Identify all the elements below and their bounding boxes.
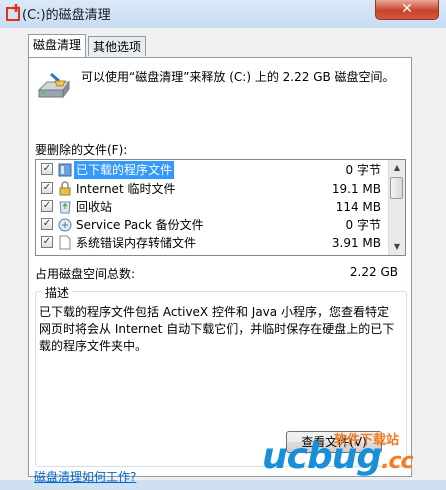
description-group: 描述 已下载的程序文件包括 ActiveX 控件和 Java 小程序，您查看特定… <box>35 284 407 467</box>
file-name: Internet 临时文件 <box>76 182 176 196</box>
how-it-works-link[interactable]: 磁盘清理如何工作? <box>34 468 136 485</box>
file-name: 已下载的程序文件 <box>74 161 175 179</box>
checkbox[interactable]: ✓ <box>41 218 53 230</box>
file-size: 3.91 MB <box>331 236 381 250</box>
list-scrollbar[interactable]: ▲ ▼ <box>388 160 405 255</box>
files-list[interactable]: ✓ 已下载的程序文件 0 字节 ✓ Internet 临时文件 19.1 MB … <box>35 159 406 256</box>
tab-panel: 可以使用“磁盘清理”来释放 (C:) 上的 2.22 GB 磁盘空间。 要删除的… <box>28 57 412 484</box>
list-item[interactable]: ✓ 已下载的程序文件 0 字节 <box>37 161 389 179</box>
scroll-down-icon[interactable]: ▼ <box>389 239 405 255</box>
package-icon <box>58 217 72 232</box>
checkbox[interactable]: ✓ <box>41 182 53 194</box>
file-size: 0 字节 <box>345 163 381 177</box>
checkbox[interactable]: ✓ <box>41 236 53 248</box>
folder-icon <box>58 162 72 177</box>
checkbox[interactable]: ✓ <box>41 200 53 212</box>
disk-cleanup-app-icon <box>4 3 24 23</box>
scrollbar-thumb[interactable] <box>390 177 403 199</box>
file-size: 19.1 MB <box>331 182 381 196</box>
list-item[interactable]: ✓ 系统错误内存转储文件 3.91 MB <box>37 234 389 252</box>
dialog-body: 磁盘清理 其他选项 可以使用“磁盘清理”来释放 (C:) 上的 2.22 GB … <box>0 28 446 484</box>
file-name: 系统错误内存转储文件 <box>76 236 197 250</box>
tab-label: 其他选项 <box>93 40 142 54</box>
total-space-label: 占用磁盘空间总数: <box>35 267 136 281</box>
tab-more-options[interactable]: 其他选项 <box>88 36 147 56</box>
close-button[interactable]: ✕ <box>375 0 439 20</box>
file-size: 0 字节 <box>345 218 381 232</box>
drive-cleanup-icon <box>37 72 71 102</box>
title-bar: (C:)的磁盘清理 ✕ <box>0 0 446 28</box>
tab-disk-cleanup[interactable]: 磁盘清理 <box>28 34 87 57</box>
document-icon <box>58 235 72 250</box>
description-legend: 描述 <box>42 284 73 301</box>
files-to-delete-label: 要删除的文件(F): <box>35 143 128 157</box>
recycle-bin-icon <box>58 199 72 214</box>
list-item[interactable]: ✓ Internet 临时文件 19.1 MB <box>37 180 389 198</box>
close-icon: ✕ <box>401 1 413 17</box>
window-title: (C:)的磁盘清理 <box>22 8 111 23</box>
tab-label: 磁盘清理 <box>33 38 82 52</box>
total-space-value: 2.22 GB <box>349 265 398 279</box>
list-item[interactable]: ✓ Service Pack 备份文件 0 字节 <box>37 216 389 234</box>
scroll-up-icon[interactable]: ▲ <box>389 160 405 176</box>
lock-icon <box>58 181 72 196</box>
intro-text: 可以使用“磁盘清理”来释放 (C:) 上的 2.22 GB 磁盘空间。 <box>81 70 395 84</box>
checkbox[interactable]: ✓ <box>41 163 53 175</box>
file-size: 114 MB <box>335 200 381 214</box>
view-files-button[interactable]: 查看文件(V) <box>286 431 382 453</box>
file-name: Service Pack 备份文件 <box>76 218 204 232</box>
description-text: 已下载的程序文件包括 ActiveX 控件和 Java 小程序，您查看特定网页时… <box>39 305 395 353</box>
list-item[interactable]: ✓ 回收站 114 MB <box>37 198 389 216</box>
file-name: 回收站 <box>76 200 113 214</box>
